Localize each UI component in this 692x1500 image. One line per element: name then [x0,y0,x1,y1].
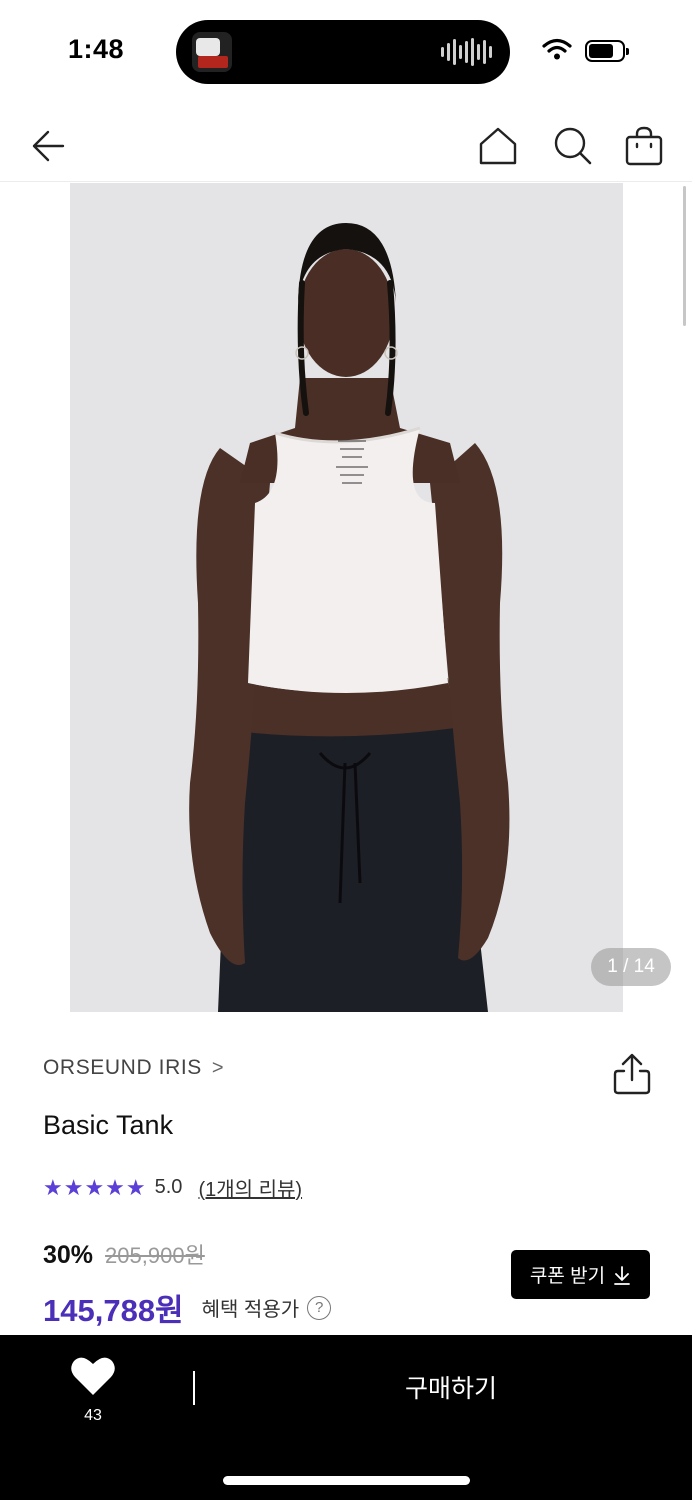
battery-icon [585,40,629,62]
rating-row: ★★★★★ 5.0 (1개의 리뷰) [43,1173,302,1202]
buy-button[interactable]: 구매하기 [210,1357,692,1417]
search-button[interactable] [551,124,595,168]
dynamic-island[interactable] [176,20,510,84]
reviews-link[interactable]: (1개의 리뷰) [198,1173,302,1202]
like-count: 43 [84,1407,102,1424]
wifi-icon [542,38,572,65]
price-sale-row: 145,788원 혜택 적용가 ? [43,1285,332,1330]
home-indicator [223,1476,470,1485]
bottom-action-bar: 43 구매하기 [0,1335,692,1500]
coupon-label: 쿠폰 받기 [529,1266,606,1287]
status-time: 1:48 [68,34,125,64]
price-original-row: 30% 205,900원 [43,1238,205,1270]
share-button[interactable] [610,1052,654,1096]
back-button[interactable] [26,124,70,168]
like-button[interactable]: 43 [58,1355,128,1435]
coupon-download-button[interactable]: 쿠폰 받기 [511,1250,650,1299]
brand-link[interactable]: ORSEUND IRIS > [43,1056,224,1080]
home-button[interactable] [476,124,520,168]
status-bar: 1:48 [0,0,692,100]
search-icon [554,127,592,165]
brand-name: ORSEUND IRIS [43,1056,202,1079]
divider [193,1371,195,1405]
scrollbar[interactable] [683,186,686,326]
sale-price: 145,788원 [43,1293,184,1328]
heart-icon [71,1357,115,1395]
top-navigation [0,110,692,182]
product-image[interactable] [70,183,623,1012]
home-icon [479,127,517,165]
shopping-bag-icon [625,126,663,166]
discount-rate: 30% [43,1241,94,1269]
model-photo [189,223,510,1012]
original-price: 205,900원 [105,1243,205,1268]
benefit-label: 혜택 적용가 [201,1299,300,1321]
help-icon[interactable]: ? [307,1295,332,1320]
chevron-right-icon: > [211,1056,224,1079]
cart-button[interactable] [622,124,666,168]
benefit-price-label: 혜택 적용가 ? [202,1293,332,1322]
image-counter: 1 / 14 [591,948,671,986]
rating-stars: ★★★★★ [43,1174,147,1200]
product-title: Basic Tank [43,1110,174,1140]
audio-waveform-icon [441,38,492,66]
share-icon [613,1053,651,1095]
now-playing-artwork [192,32,232,72]
arrow-left-icon [32,130,65,162]
download-arrow-icon [614,1265,630,1285]
rating-value: 5.0 [154,1176,183,1198]
